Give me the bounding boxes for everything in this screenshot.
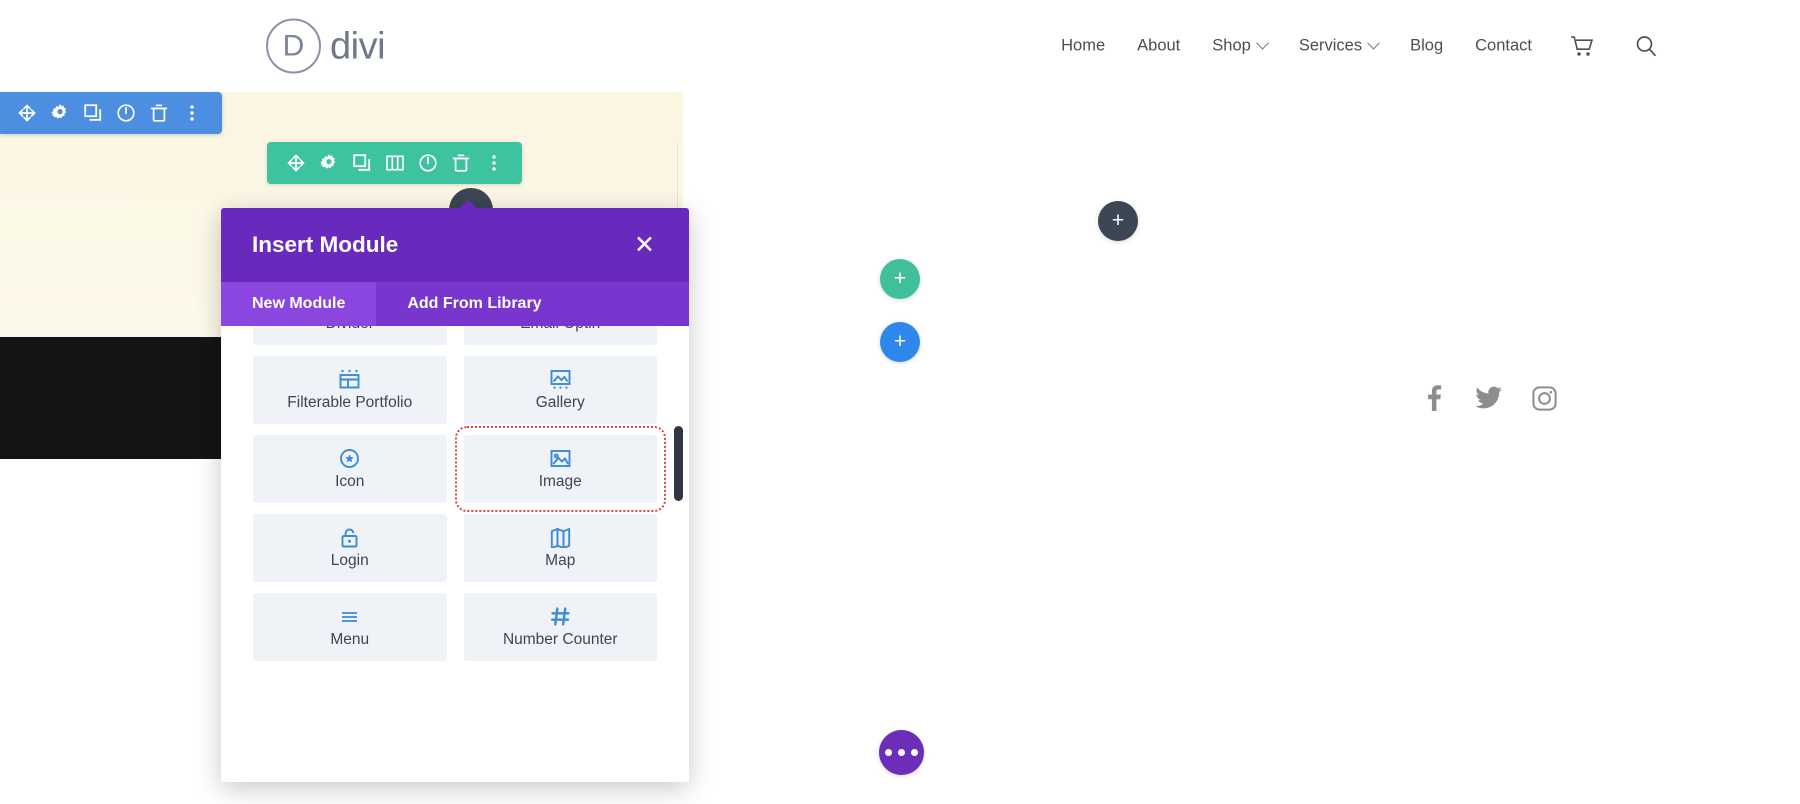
brand-logo[interactable]: D divi [266,18,386,74]
search-icon[interactable] [1635,35,1657,57]
duplicate-icon[interactable] [76,92,109,134]
nav-item-shop[interactable]: Shop [1196,37,1283,56]
nav-label: Blog [1410,36,1444,55]
module-card-login[interactable]: Login [253,514,447,582]
header-icon-group [1570,35,1657,57]
duplicate-icon[interactable] [345,142,378,184]
module-label: Map [545,552,576,569]
icon-module-icon [339,447,360,469]
power-icon[interactable] [411,142,444,184]
twitter-icon[interactable] [1475,386,1502,410]
nav-item-contact[interactable]: Contact [1459,37,1548,56]
modal-tab-bar: New Module Add From Library [221,282,689,326]
gear-icon[interactable] [43,92,76,134]
add-section-blue-button[interactable]: + [880,322,920,362]
main-navigation: Home About Shop Services Blog Contact [1045,37,1548,56]
move-row-icon[interactable] [279,142,312,184]
module-grid: Divider Email Optin [221,326,689,661]
map-icon [550,526,571,548]
insert-module-modal: Insert Module ✕ New Module Add From Libr… [221,208,689,782]
nav-item-about[interactable]: About [1121,37,1196,56]
nav-item-blog[interactable]: Blog [1394,37,1459,56]
ellipsis-icon [885,749,918,756]
module-card-map[interactable]: Map [463,514,657,582]
module-label: Divider [326,326,374,333]
facebook-icon[interactable] [1423,385,1445,411]
module-label: Gallery [535,394,585,411]
nav-label: Shop [1212,36,1251,55]
row-toolbar [267,142,522,184]
image-icon [550,447,571,469]
modal-body: Divider Email Optin [221,326,689,782]
number-counter-icon [550,605,571,627]
nav-label: Home [1061,36,1106,55]
add-section-gray-button[interactable]: + [1098,201,1138,241]
modal-caret [455,200,481,212]
module-card-icon[interactable]: Icon [253,435,447,503]
menu-lines-icon [339,605,360,627]
module-label: Email Optin [520,326,600,333]
hero-overlay-right [683,92,1800,337]
login-lock-icon [339,526,360,548]
add-row-green-button[interactable]: + [880,259,920,299]
module-label: Number Counter [502,631,618,648]
close-icon[interactable]: ✕ [634,232,655,258]
page-title: Insert Module [252,232,399,257]
module-card-menu[interactable]: Menu [253,593,447,661]
trash-icon[interactable] [444,142,477,184]
social-links [1423,337,1557,459]
nav-item-services[interactable]: Services [1283,37,1394,56]
power-icon[interactable] [109,92,142,134]
module-card-image[interactable]: Image [454,426,666,512]
trash-icon[interactable] [142,92,175,134]
chevron-down-icon [1367,36,1380,50]
gear-icon[interactable] [312,142,345,184]
nav-item-home[interactable]: Home [1045,37,1121,56]
gallery-icon [550,368,571,390]
nav-label: About [1137,36,1181,55]
module-label: Filterable Portfolio [287,394,413,411]
modal-scrollbar-thumb[interactable] [674,426,683,501]
filterable-portfolio-icon [339,368,360,390]
instagram-icon[interactable] [1532,385,1557,411]
module-card-divider[interactable]: Divider [253,326,447,345]
cart-icon[interactable] [1570,35,1595,57]
columns-icon[interactable] [378,142,411,184]
nav-label: Services [1298,36,1363,55]
nav-label: Contact [1475,36,1532,55]
kebab-menu-icon[interactable] [175,92,208,134]
builder-settings-button[interactable] [879,730,924,775]
kebab-menu-icon[interactable] [477,142,510,184]
module-label: Image [538,473,582,490]
brand-name: divi [330,25,386,67]
tab-new-module[interactable]: New Module [221,282,377,326]
module-label: Menu [330,631,370,648]
page-canvas: s [0,92,1800,804]
section-toolbar [0,92,222,134]
site-header: D divi Home About Shop Services Blog Con… [0,0,1800,92]
divi-logo-icon: D [266,18,321,74]
chevron-down-icon [1255,36,1269,50]
module-label: Icon [335,473,365,490]
module-card-gallery[interactable]: Gallery [463,356,657,424]
move-section-icon[interactable] [10,92,43,134]
module-label: Login [330,552,369,569]
module-card-filterable-portfolio[interactable]: Filterable Portfolio [253,356,447,424]
module-card-number-counter[interactable]: Number Counter [463,593,657,661]
footer-overlay-right [683,337,1800,459]
modal-header: Insert Module ✕ [221,208,689,282]
tab-add-from-library[interactable]: Add From Library [376,282,689,326]
module-card-email-optin[interactable]: Email Optin [463,326,657,345]
